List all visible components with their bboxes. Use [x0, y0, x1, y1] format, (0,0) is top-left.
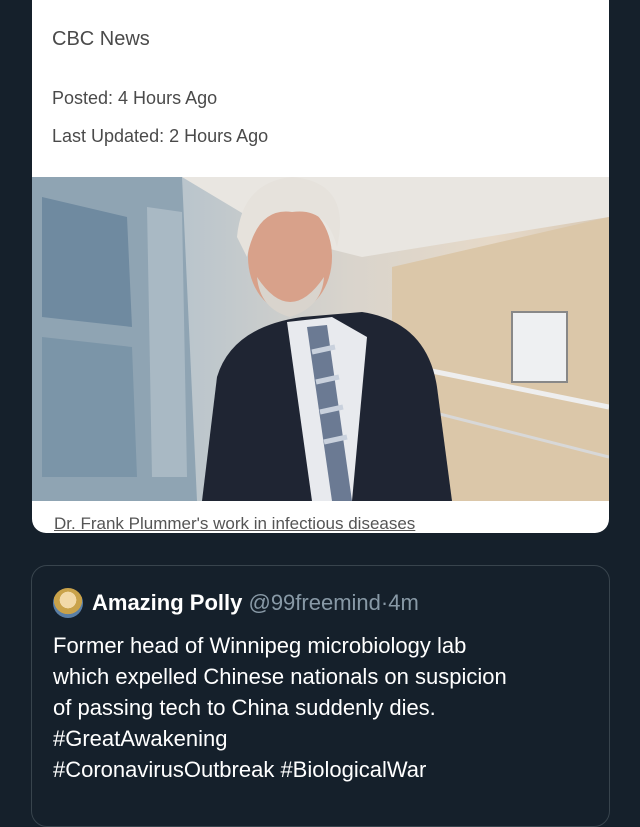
author-handle[interactable]: @99freemind [248, 590, 380, 615]
hashtags[interactable]: #CoronavirusOutbreak #BiologicalWar [53, 754, 593, 785]
author-name[interactable]: Amazing Polly [92, 590, 242, 615]
tweet-line: which expelled Chinese nationals on susp… [53, 664, 507, 689]
news-article-card[interactable]: CBC News Posted: 4 Hours Ago Last Update… [32, 0, 609, 533]
tweet-line: Former head of Winnipeg microbiology lab [53, 633, 467, 658]
tweet-text: Former head of Winnipeg microbiology lab… [53, 630, 593, 785]
article-photo-illustration [32, 177, 609, 501]
tweet-card[interactable]: Amazing Polly @99freemind·4m Former head… [31, 565, 610, 827]
updated-time: Last Updated: 2 Hours Ago [52, 126, 269, 146]
avatar[interactable] [53, 588, 83, 618]
article-photo[interactable] [32, 177, 609, 501]
photo-caption[interactable]: Dr. Frank Plummer's work in infectious d… [54, 514, 415, 533]
posted-time: Posted: 4 Hours Ago [52, 88, 218, 108]
tweet-time[interactable]: 4m [388, 590, 419, 615]
news-source: CBC News [52, 28, 150, 50]
tweet-author[interactable]: Amazing Polly @99freemind·4m [92, 590, 419, 616]
tweet-line: of passing tech to China suddenly dies. [53, 695, 436, 720]
hashtag[interactable]: #GreatAwakening [53, 723, 593, 754]
